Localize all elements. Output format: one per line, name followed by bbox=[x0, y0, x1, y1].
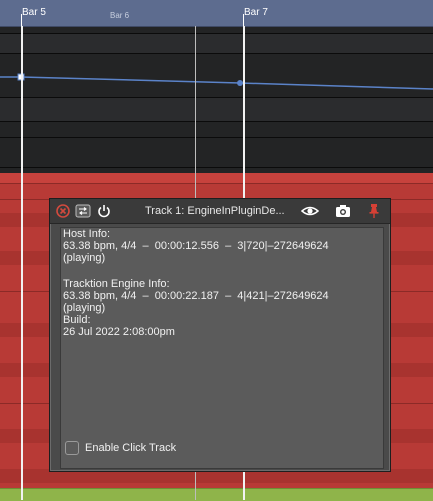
host-info-heading: Host Info: bbox=[63, 228, 111, 240]
plugin-title: Track 1: EngineInPluginDe... bbox=[145, 205, 285, 217]
automation-line[interactable] bbox=[0, 76, 433, 90]
close-icon[interactable] bbox=[55, 203, 71, 219]
ruler-tick bbox=[21, 14, 22, 26]
clip-band-line bbox=[0, 183, 433, 184]
green-clip[interactable] bbox=[0, 488, 433, 501]
click-track-checkbox[interactable] bbox=[65, 441, 79, 455]
host-info-block: Host Info: 63.38 bpm, 4/4 – 00:00:12.556… bbox=[63, 228, 329, 264]
host-info-state: (playing) bbox=[63, 252, 106, 264]
timeline-ruler[interactable]: Bar 5 Bar 6 Bar 7 bbox=[0, 0, 433, 27]
build-heading: Build: bbox=[63, 314, 91, 326]
automation-curve[interactable] bbox=[0, 27, 433, 173]
pin-icon[interactable] bbox=[366, 203, 382, 219]
ruler-marker-bar-5: Bar 5 bbox=[22, 7, 46, 18]
clip-band bbox=[0, 173, 433, 183]
engine-info-heading: Tracktion Engine Info: bbox=[63, 278, 170, 290]
camera-icon[interactable] bbox=[335, 203, 351, 219]
click-track-label[interactable]: Enable Click Track bbox=[85, 442, 176, 454]
click-track-toggle[interactable]: Enable Click Track bbox=[65, 441, 176, 455]
engine-info-block: Tracktion Engine Info: 63.38 bpm, 4/4 – … bbox=[63, 278, 329, 338]
bar-line bbox=[21, 26, 23, 500]
plugin-window: Track 1: EngineInPluginDe... Host Info: … bbox=[49, 198, 391, 472]
ruler-marker-bar-7: Bar 7 bbox=[244, 7, 268, 18]
ruler-marker-bar-6: Bar 6 bbox=[110, 11, 130, 20]
build-value: 26 Jul 2022 2:08:00pm bbox=[63, 326, 175, 338]
engine-info-state: (playing) bbox=[63, 302, 106, 314]
ruler-tick bbox=[243, 14, 244, 26]
engine-info-line: 63.38 bpm, 4/4 – 00:00:22.187 – 4|421|–2… bbox=[63, 290, 329, 302]
automation-lane[interactable] bbox=[0, 27, 433, 173]
eye-icon[interactable] bbox=[300, 203, 320, 219]
bypass-icon[interactable] bbox=[75, 203, 91, 219]
host-info-line: 63.38 bpm, 4/4 – 00:00:12.556 – 3|720|–2… bbox=[63, 240, 329, 252]
plugin-titlebar[interactable]: Track 1: EngineInPluginDe... bbox=[50, 199, 390, 224]
plugin-info-panel: Host Info: 63.38 bpm, 4/4 – 00:00:12.556… bbox=[60, 227, 384, 469]
power-icon[interactable] bbox=[96, 203, 112, 219]
